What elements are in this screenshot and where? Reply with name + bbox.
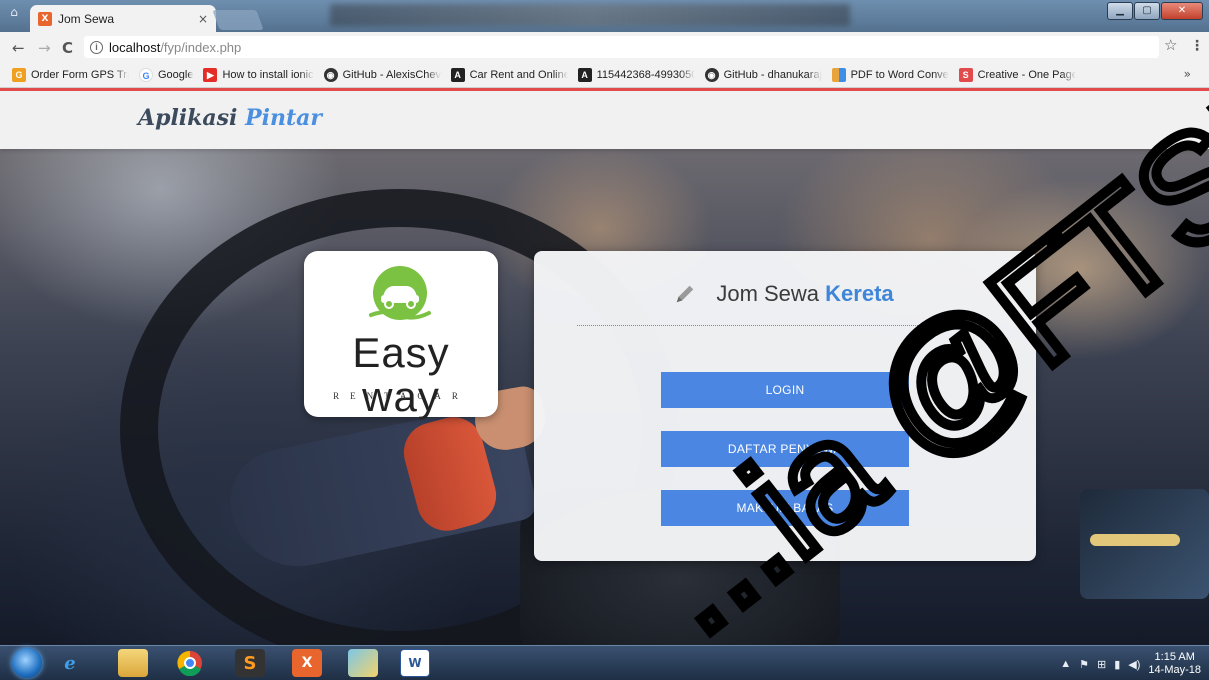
pencil-icon <box>677 285 694 303</box>
maximize-icon[interactable]: ▢ <box>1134 2 1160 20</box>
bookmark-item[interactable]: A Car Rent and Online <box>450 67 568 82</box>
daftar-penyewa-button[interactable]: DAFTAR PENYEWA <box>661 431 909 467</box>
bookmark-item[interactable]: PDF to Word Conver <box>831 67 949 82</box>
clock[interactable]: 1:15 AM 14-May-18 <box>1148 651 1201 677</box>
a-icon: A <box>577 67 592 82</box>
window-menu-icon[interactable]: ⌂ <box>6 5 22 21</box>
bookmark-label: Creative - One Page <box>977 68 1076 81</box>
url-host: localhost <box>109 39 161 55</box>
bookmark-item[interactable]: S Creative - One Page <box>958 67 1076 82</box>
logo-subtitle: RENTACAR <box>333 391 469 401</box>
close-window-icon[interactable]: ✕ <box>1161 2 1203 20</box>
bookmark-label: PDF to Word Conver <box>850 68 949 81</box>
file-explorer-icon[interactable] <box>118 649 148 677</box>
browser-menu-icon[interactable]: ⋮ <box>1190 38 1204 54</box>
car-hand-logo-icon <box>369 266 431 320</box>
logo-wordmark: Easy way <box>352 329 450 420</box>
internet-explorer-icon[interactable]: e <box>55 649 85 677</box>
bookmark-item[interactable]: A 115442368-4993050 <box>577 67 695 82</box>
bookmarks-overflow-icon[interactable]: » <box>1184 67 1191 81</box>
blurred-title-area <box>330 4 850 26</box>
dashboard-screen-image <box>1080 489 1209 599</box>
login-button[interactable]: LOGIN <box>661 372 909 408</box>
s-icon: S <box>958 67 973 82</box>
tray-expand-icon[interactable]: ▲ <box>1060 658 1071 670</box>
bookmark-star-icon[interactable]: ☆ <box>1164 36 1177 54</box>
site-header: Aplikasi Pintar <box>0 88 1209 149</box>
panel-title-part1: Jom Sewa <box>716 281 820 306</box>
bookmark-label: Car Rent and Online <box>469 68 568 81</box>
bookmark-item[interactable]: ◉ GitHub - AlexisChev <box>323 67 441 82</box>
panel-title: Jom Sewa Kereta <box>574 281 994 307</box>
xampp-favicon-icon: X <box>38 11 52 26</box>
brand-word-2: Pintar <box>245 105 322 131</box>
network-icon[interactable]: ⊞ <box>1097 658 1106 671</box>
brand-word-1: Aplikasi <box>138 105 238 131</box>
volume-icon[interactable]: ◀) <box>1128 658 1140 671</box>
tab-title: Jom Sewa <box>58 11 115 26</box>
google-icon: G <box>139 67 153 82</box>
maklum-balas-button[interactable]: MAKLUM BALAS <box>661 490 909 526</box>
word-icon[interactable]: W <box>400 649 430 677</box>
new-tab-button[interactable] <box>212 10 264 30</box>
gps-icon: G <box>12 67 26 82</box>
bookmark-item[interactable]: ◉ GitHub - dhanukaraj <box>704 67 822 82</box>
chrome-icon[interactable] <box>175 649 205 677</box>
window-controls: ▁ ▢ ✕ <box>1107 2 1203 20</box>
address-bar[interactable]: i localhost/fyp/index.php <box>84 36 1159 58</box>
bookmark-item[interactable]: ▶ How to install ionic <box>203 67 314 82</box>
photo-viewer-icon[interactable] <box>348 649 378 677</box>
sublime-text-icon[interactable]: S <box>235 649 265 677</box>
bookmarks-bar: G Order Form GPS Tra G Google ▶ How to inst… <box>0 62 1209 88</box>
bookmark-label: How to install ionic <box>222 68 314 81</box>
info-icon[interactable]: i <box>90 40 103 54</box>
bookmark-label: 115442368-4993050 <box>596 68 695 81</box>
system-tray: ▲ ⚑ ⊞ ▮ ◀) 1:15 AM 14-May-18 <box>1060 651 1201 677</box>
windows-taskbar: e S X W ▲ ⚑ ⊞ ▮ ◀) 1:15 AM 14-May-18 <box>0 645 1209 680</box>
youtube-icon: ▶ <box>203 67 218 82</box>
browser-tab[interactable]: X Jom Sewa × <box>30 5 216 32</box>
pdf-icon <box>831 67 846 82</box>
bookmark-label: Order Form GPS Tra <box>31 68 129 81</box>
minimize-icon[interactable]: ▁ <box>1107 2 1133 20</box>
site-brand[interactable]: Aplikasi Pintar <box>138 105 322 131</box>
dotted-divider <box>577 325 992 326</box>
signal-icon[interactable]: ▮ <box>1114 658 1120 671</box>
windows-start-icon[interactable] <box>12 648 42 678</box>
clock-date: 14-May-18 <box>1148 664 1201 676</box>
github-icon: ◉ <box>323 67 338 82</box>
clock-time: 1:15 AM <box>1154 651 1195 663</box>
github-icon: ◉ <box>704 67 719 82</box>
bookmark-label: GitHub - AlexisChev <box>342 68 441 81</box>
bookmark-item[interactable]: G Order Form GPS Tra <box>12 67 129 82</box>
action-center-flag-icon[interactable]: ⚑ <box>1079 658 1089 671</box>
bookmark-label: GitHub - dhanukaraj <box>723 68 822 81</box>
back-arrow-icon[interactable]: ← <box>12 39 25 57</box>
bookmark-item[interactable]: G Google <box>139 67 194 82</box>
hero-background: Easy way RENTACAR Jom Sewa Kereta LOGIN … <box>0 149 1209 645</box>
easy-way-logo: Easy way RENTACAR <box>304 251 498 420</box>
web-page: Aplikasi Pintar Easy way RENTACAR Jom Se… <box>0 88 1209 645</box>
browser-toolbar: ← → C i localhost/fyp/index.php <box>0 32 1209 62</box>
reload-icon[interactable]: C <box>62 39 73 57</box>
forward-arrow-icon[interactable]: → <box>38 39 51 57</box>
xampp-icon[interactable]: X <box>292 649 322 677</box>
a-icon: A <box>450 67 465 82</box>
bookmark-label: Google <box>158 68 194 81</box>
panel-title-part2: Kereta <box>825 281 894 306</box>
tab-close-icon[interactable]: × <box>198 12 208 26</box>
url-path: /fyp/index.php <box>160 39 242 55</box>
main-panel: Jom Sewa Kereta LOGIN DAFTAR PENYEWA MAK… <box>534 251 1036 561</box>
browser-titlebar: ⌂ X Jom Sewa × ▁ ▢ ✕ <box>0 0 1209 32</box>
